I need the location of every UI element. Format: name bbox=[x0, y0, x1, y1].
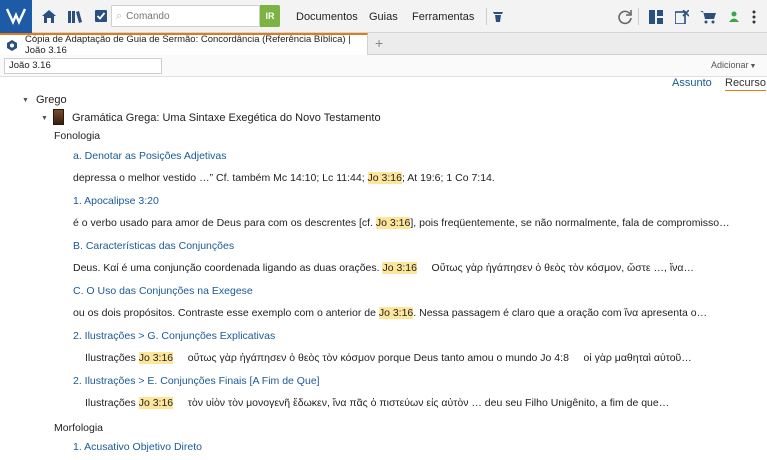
menu-guias[interactable]: Guias bbox=[369, 0, 398, 33]
home-icon[interactable] bbox=[36, 0, 62, 33]
snippet-text: ou os dois propósitos. Contraste esse ex… bbox=[73, 307, 379, 319]
entry-snippet: Ilustrações Jo 3:16 τὸν υἱὸν τὸν μονογεν… bbox=[85, 397, 669, 409]
sync-icon[interactable] bbox=[612, 0, 638, 33]
grego-heading[interactable]: Grego bbox=[36, 94, 67, 106]
entry-snippet: depressa o melhor vestido …” Cf. também … bbox=[73, 172, 495, 184]
collapse-arrow-icon[interactable]: ▼ bbox=[41, 115, 48, 122]
entry-link[interactable]: C. O Uso das Conjunções na Exegese bbox=[73, 285, 253, 297]
snippet-text: depressa o melhor vestido …” Cf. também … bbox=[73, 172, 368, 184]
entry-link[interactable]: a. Denotar as Posições Adjetivas bbox=[73, 150, 227, 162]
snippet-text: Ilustrações bbox=[85, 352, 139, 364]
reference-highlight[interactable]: Jo 3:16 bbox=[378, 307, 414, 319]
logos-logo-icon[interactable] bbox=[0, 0, 32, 33]
menu-documentos-label: Documentos bbox=[296, 10, 358, 23]
entry-link[interactable]: 2. Ilustrações > E. Conjunções Finais [A… bbox=[73, 375, 320, 387]
dropdown-arrow-icon: ▼ bbox=[749, 63, 757, 70]
snippet-text: é o verbo usado para amor de Deus para c… bbox=[73, 217, 376, 229]
entry-link[interactable]: 2. Ilustrações > G. Conjunções Explicati… bbox=[73, 330, 275, 342]
entry-snippet: é o verbo usado para amor de Deus para c… bbox=[73, 217, 730, 229]
section-fonologia: Fonologia bbox=[54, 130, 101, 142]
tab-recurso[interactable]: Recurso bbox=[725, 77, 766, 91]
reference-highlight[interactable]: Jo 3:16 bbox=[138, 352, 174, 364]
entry-snippet: Ilustrações Jo 3:16 οὕτως γὰρ ἠγάπησεν ὁ… bbox=[85, 352, 692, 364]
book-title[interactable]: Gramática Grega: Uma Sintaxe Exegética d… bbox=[72, 112, 381, 124]
filter-icon[interactable] bbox=[485, 0, 511, 33]
menu-ferramentas[interactable]: Ferramentas bbox=[412, 0, 474, 33]
adicionar-label: Adicionar bbox=[711, 60, 749, 70]
menu-guias-label: Guias bbox=[369, 10, 398, 23]
document-tab[interactable]: Cópia de Adaptação de Guia de Sermão: Co… bbox=[0, 33, 368, 56]
tab-assunto[interactable]: Assunto bbox=[672, 77, 712, 89]
snippet-text: . Nessa passagem é claro que a oração co… bbox=[413, 307, 708, 319]
tab-doc-icon bbox=[7, 39, 17, 51]
snippet-text: οὕτως γὰρ ἠγάπησεν ὁ θεὸς τὸν κόσμον por… bbox=[173, 352, 692, 364]
snippet-text: τὸν υἱὸν τὸν μονογενῆ ἔδωκεν, ἵνα πᾶς ὁ … bbox=[173, 397, 670, 409]
snippet-text: Ilustrações bbox=[85, 397, 139, 409]
snippet-text: Οὕτως γὰρ ἠγάπησεν ὁ θεὸς τὸν κόσμον, ὥσ… bbox=[416, 262, 694, 274]
snippet-text: ], pois freqüentemente, se não normalmen… bbox=[410, 217, 730, 229]
library-icon[interactable] bbox=[62, 0, 88, 33]
more-menu-icon[interactable] bbox=[741, 0, 767, 33]
menu-documentos[interactable]: Documentos bbox=[296, 0, 358, 33]
reference-input[interactable]: João 3.16 bbox=[4, 58, 162, 74]
snippet-text: Deus. Καί é uma conjunção coordenada lig… bbox=[73, 262, 383, 274]
cart-icon[interactable] bbox=[695, 0, 721, 33]
reference-bar: João 3.16 Adicionar▼ bbox=[0, 55, 767, 77]
search-icon: ⌕ bbox=[116, 9, 123, 22]
entry-link[interactable]: B. Características das Conjunções bbox=[73, 240, 234, 252]
entry-snippet: Deus. Καί é uma conjunção coordenada lig… bbox=[73, 262, 694, 274]
entry-link[interactable]: 1. Apocalipse 3:20 bbox=[73, 195, 159, 207]
reference-highlight[interactable]: Jo 3:16 bbox=[367, 172, 402, 184]
tab-title: Cópia de Adaptação de Guia de Sermão: Co… bbox=[25, 34, 351, 56]
command-input[interactable] bbox=[126, 10, 247, 22]
add-tab-button[interactable]: + bbox=[375, 35, 383, 51]
layouts-icon[interactable] bbox=[643, 0, 669, 33]
menu-ferramentas-label: Ferramentas bbox=[412, 10, 475, 23]
reference-highlight[interactable]: Jo 3:16 bbox=[382, 262, 417, 274]
adicionar-button[interactable]: Adicionar▼ bbox=[711, 60, 756, 70]
entry-snippet: ou os dois propósitos. Contraste esse ex… bbox=[73, 307, 707, 319]
close-panels-icon[interactable] bbox=[669, 0, 695, 33]
book-cover-icon bbox=[53, 109, 64, 125]
go-button[interactable]: IR bbox=[260, 5, 280, 27]
document-tab-bar: Cópia de Adaptação de Guia de Sermão: Co… bbox=[0, 33, 767, 56]
toolbar-divider-right bbox=[638, 8, 639, 25]
entry-link[interactable]: 1. Acusativo Objetivo Direto bbox=[73, 441, 202, 453]
reference-highlight[interactable]: Jo 3:16 bbox=[138, 397, 174, 409]
collapse-arrow-icon[interactable]: ▼ bbox=[22, 97, 29, 104]
reference-highlight[interactable]: Jo 3:16 bbox=[375, 217, 411, 229]
snippet-text: ; At 19:6; 1 Co 7:14. bbox=[401, 172, 495, 184]
section-morfologia: Morfologia bbox=[54, 422, 104, 434]
command-box[interactable]: ⌕ bbox=[111, 5, 260, 27]
